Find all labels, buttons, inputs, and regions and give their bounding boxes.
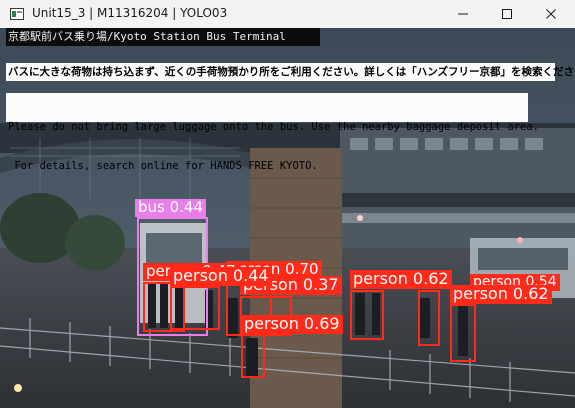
app-window: Unit15_3 | M11316204 | YOLO03 京都駅前バス乗り場/…: [0, 0, 575, 408]
maximize-icon: [502, 9, 512, 19]
detection-label-person: person 0.62: [350, 270, 452, 289]
camera-scene: [0, 28, 575, 408]
detection-label-person: person 0.62: [450, 285, 552, 304]
detection-label-person: person 0.69: [241, 315, 343, 334]
detection-box-person: [418, 290, 440, 346]
video-frame: 京都駅前バス乗り場/Kyoto Station Bus Terminal バスに…: [0, 28, 575, 408]
minimize-button[interactable]: [441, 0, 485, 28]
detection-box-person: [170, 286, 220, 330]
title-bar[interactable]: Unit15_3 | M11316204 | YOLO03: [0, 0, 575, 29]
japanese-notice: バスに大きな荷物は持ち込まず、近くの手荷物預かり所をご利用ください。詳しくは「ハ…: [6, 63, 575, 81]
detection-box-person: [350, 290, 384, 340]
english-notice: Please do not bring large luggage onto t…: [6, 93, 539, 172]
detection-label-bus: bus 0.44: [135, 199, 207, 217]
app-icon: [10, 8, 24, 20]
window-title: Unit15_3 | M11316204 | YOLO03: [32, 6, 228, 20]
detection-box-person: [450, 304, 476, 362]
detection-label-person: person 0.44: [170, 267, 272, 286]
english-notice-line-2: For details, search online for HANDS FRE…: [8, 160, 318, 172]
detection-box-person: [241, 334, 265, 378]
station-banner: 京都駅前バス乗り場/Kyoto Station Bus Terminal: [6, 28, 320, 46]
minimize-icon: [458, 13, 468, 15]
english-notice-line-1: Please do not bring large luggage onto t…: [8, 121, 540, 133]
close-button[interactable]: [529, 0, 573, 28]
close-icon: [546, 9, 556, 19]
maximize-button[interactable]: [485, 0, 529, 28]
